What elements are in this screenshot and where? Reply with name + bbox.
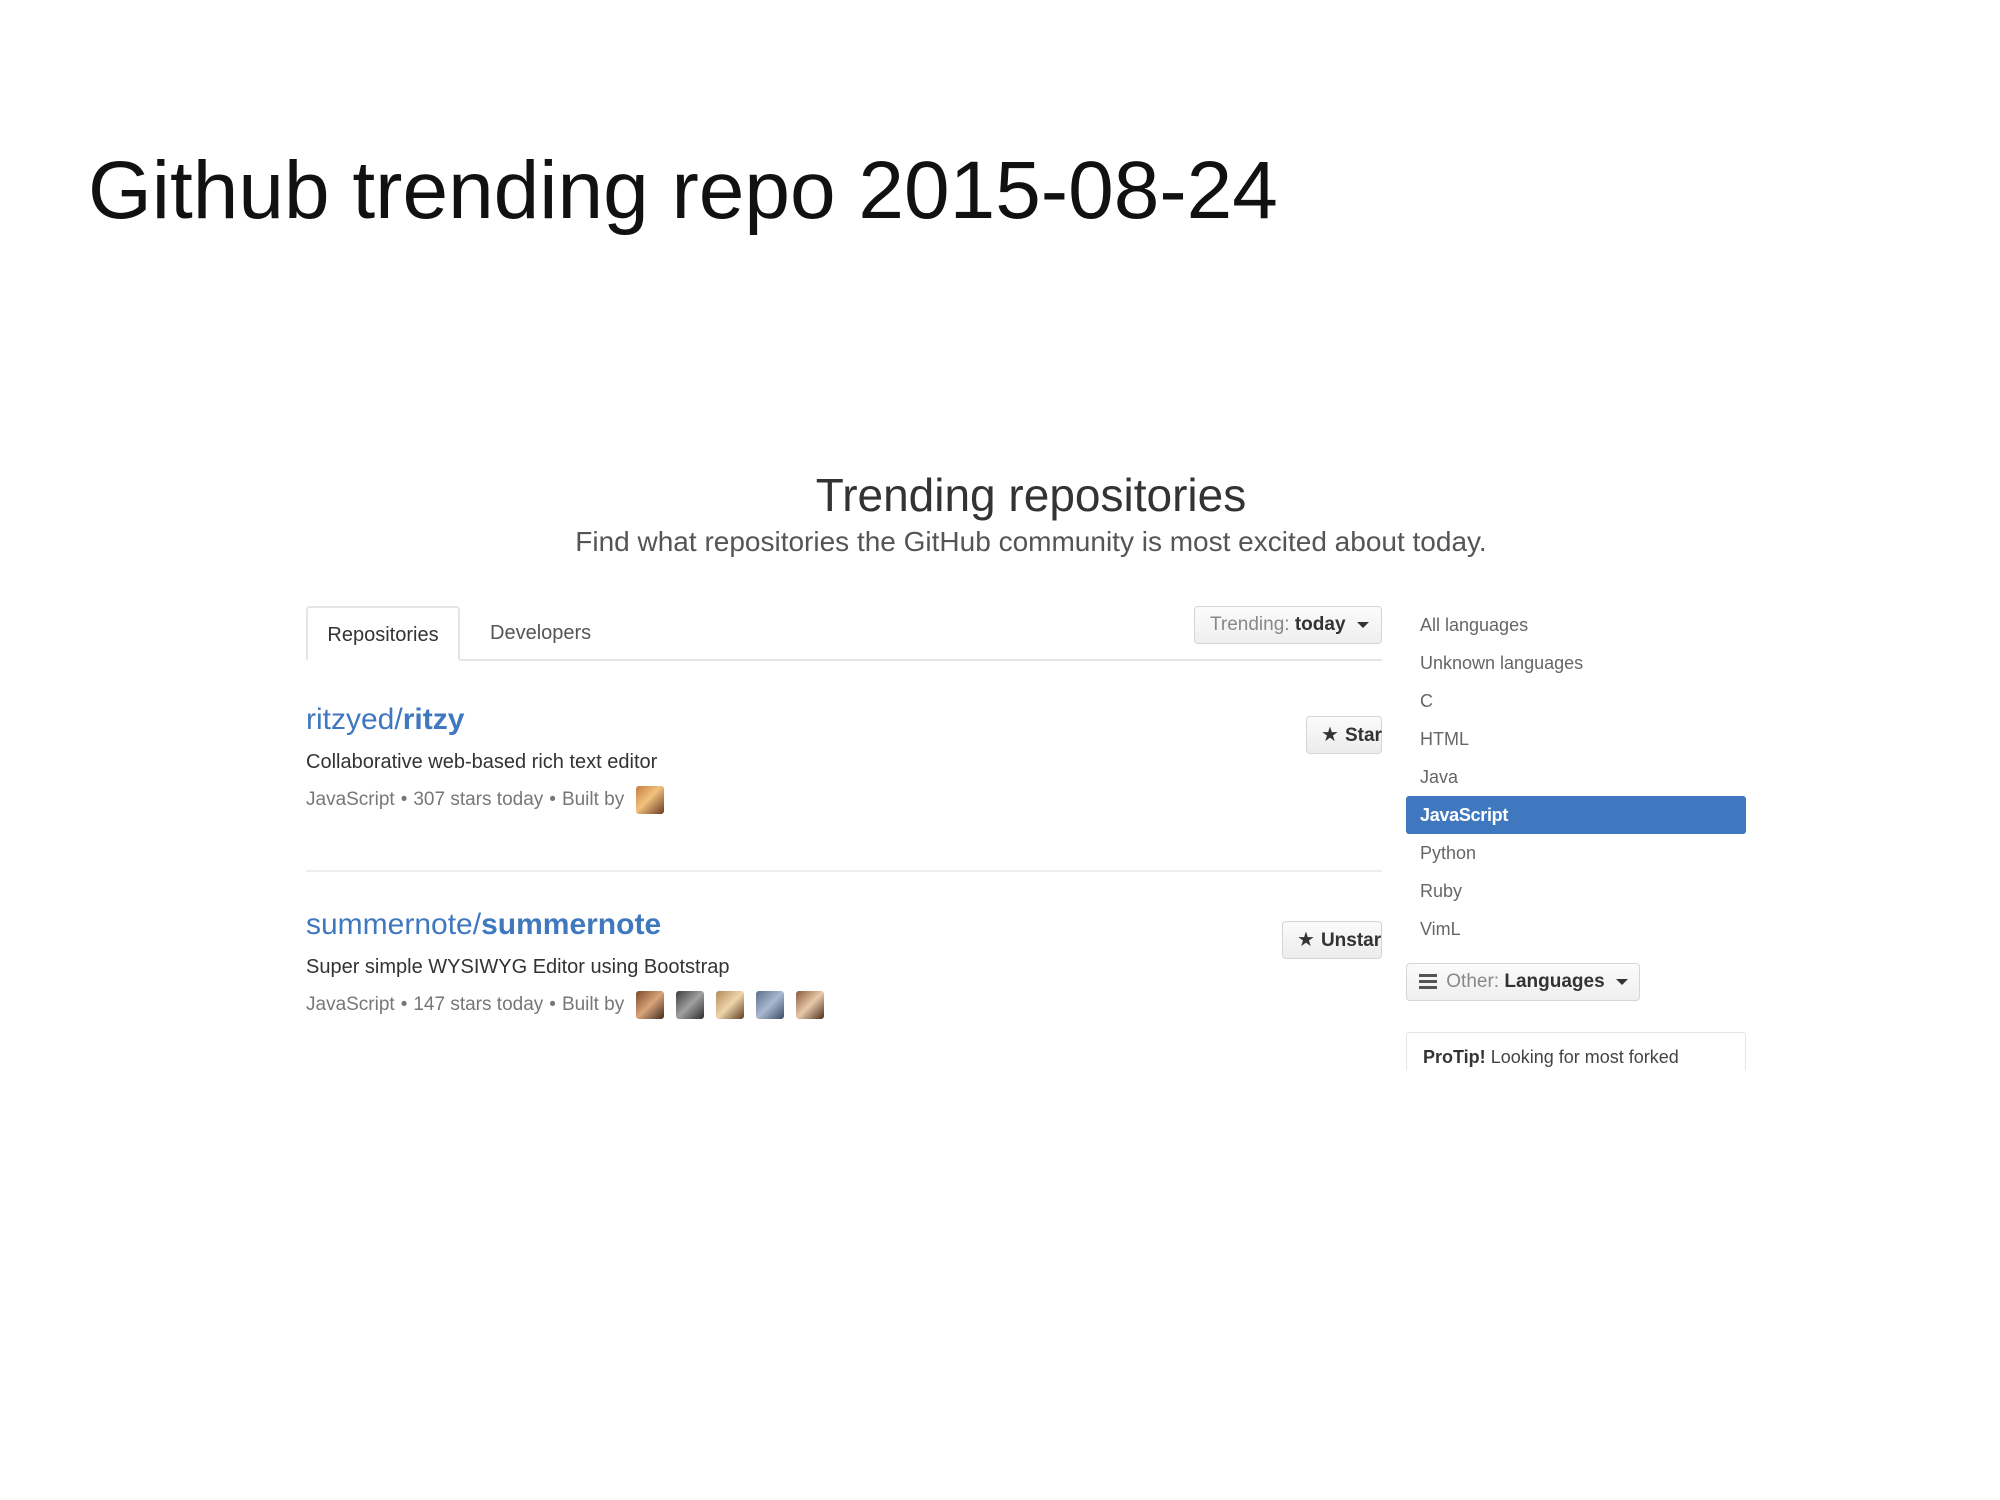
page-subtitle: Find what repositories the GitHub commun… <box>575 526 1487 557</box>
tab-repositories[interactable]: Repositories <box>306 606 460 661</box>
caret-down-icon <box>1615 978 1628 985</box>
language-item[interactable]: HTML <box>1406 720 1746 758</box>
language-item[interactable]: C <box>1406 682 1746 720</box>
page-title: Trending repositories <box>815 469 1247 521</box>
repo-owner: summernote <box>306 908 473 941</box>
list-icon <box>1419 971 1437 992</box>
contributor-avatar[interactable] <box>796 991 825 1019</box>
repo-name: ritzy <box>402 703 465 736</box>
meta-separator: • <box>549 994 556 1015</box>
contributor-avatar[interactable] <box>636 786 665 814</box>
other-value: Languages <box>1504 971 1605 992</box>
repo-language: JavaScript <box>306 789 395 810</box>
protip-box: ProTip! Looking for most forked <box>1406 1032 1746 1070</box>
repo-separator: / <box>472 908 482 941</box>
trending-page-screenshot: Trending repositories Find what reposito… <box>306 458 1756 1070</box>
contributor-avatar[interactable] <box>636 991 665 1019</box>
repo-link[interactable]: ritzyed/ritzy <box>306 703 1382 737</box>
trending-value: today <box>1294 614 1346 635</box>
protip-label: ProTip! <box>1423 1047 1486 1067</box>
built-by-label: Built by <box>561 789 625 810</box>
star-button[interactable]: ★ Star <box>1306 716 1382 754</box>
repo-name: summernote <box>481 908 662 941</box>
repo-language: JavaScript <box>306 994 395 1015</box>
repo-divider <box>306 870 1382 872</box>
language-item[interactable]: Ruby <box>1406 872 1746 910</box>
contributor-avatar[interactable] <box>676 991 705 1019</box>
tab-developers[interactable]: Developers <box>472 606 609 661</box>
protip-text: Looking for most forked <box>1490 1047 1679 1067</box>
language-item[interactable]: Unknown languages <box>1406 644 1746 682</box>
language-item[interactable]: All languages <box>1406 606 1746 644</box>
unstar-button-label: Unstar <box>1320 930 1382 951</box>
unstar-button[interactable]: ★ Unstar <box>1282 921 1382 959</box>
meta-separator: • <box>549 789 556 810</box>
contributor-avatar[interactable] <box>756 991 785 1019</box>
built-by-label: Built by <box>561 994 625 1015</box>
trending-label: Trending: <box>1210 614 1290 635</box>
language-item[interactable]: Java <box>1406 758 1746 796</box>
trending-period-dropdown[interactable]: Trending: today <box>1194 606 1382 644</box>
repo-stars-today: 147 stars today <box>413 994 544 1015</box>
meta-separator: • <box>400 994 408 1015</box>
repo-meta: JavaScript • 147 stars today • Built by <box>306 991 1382 1019</box>
star-icon: ★ <box>1321 724 1339 746</box>
language-filter-list: All languages Unknown languages C HTML J… <box>1406 606 1746 948</box>
repo-meta: JavaScript • 307 stars today • Built by <box>306 786 1382 814</box>
repo-list-item: summernote/summernote Super simple WYSIW… <box>306 908 1382 1019</box>
meta-separator: • <box>400 789 408 810</box>
other-languages-dropdown[interactable]: Other: Languages <box>1406 963 1640 1001</box>
repo-list-item: ritzyed/ritzy Collaborative web-based ri… <box>306 703 1382 814</box>
repo-link[interactable]: summernote/summernote <box>306 908 1382 942</box>
repo-description: Collaborative web-based rich text editor <box>306 751 658 773</box>
language-item-selected[interactable]: JavaScript <box>1406 796 1746 834</box>
other-label: Other: <box>1446 971 1500 992</box>
language-item[interactable]: VimL <box>1406 910 1746 948</box>
contributor-avatar[interactable] <box>716 991 745 1019</box>
star-icon: ★ <box>1297 929 1315 951</box>
repo-separator: / <box>394 703 403 736</box>
repo-owner: ritzyed <box>306 703 395 736</box>
repo-description: Super simple WYSIWYG Editor using Bootst… <box>306 956 730 978</box>
slide-title: Github trending repo 2015-08-24 <box>88 145 1278 236</box>
language-item[interactable]: Python <box>1406 834 1746 872</box>
star-button-label: Star <box>1344 725 1382 746</box>
caret-down-icon <box>1356 621 1369 628</box>
repo-stars-today: 307 stars today <box>413 789 544 810</box>
